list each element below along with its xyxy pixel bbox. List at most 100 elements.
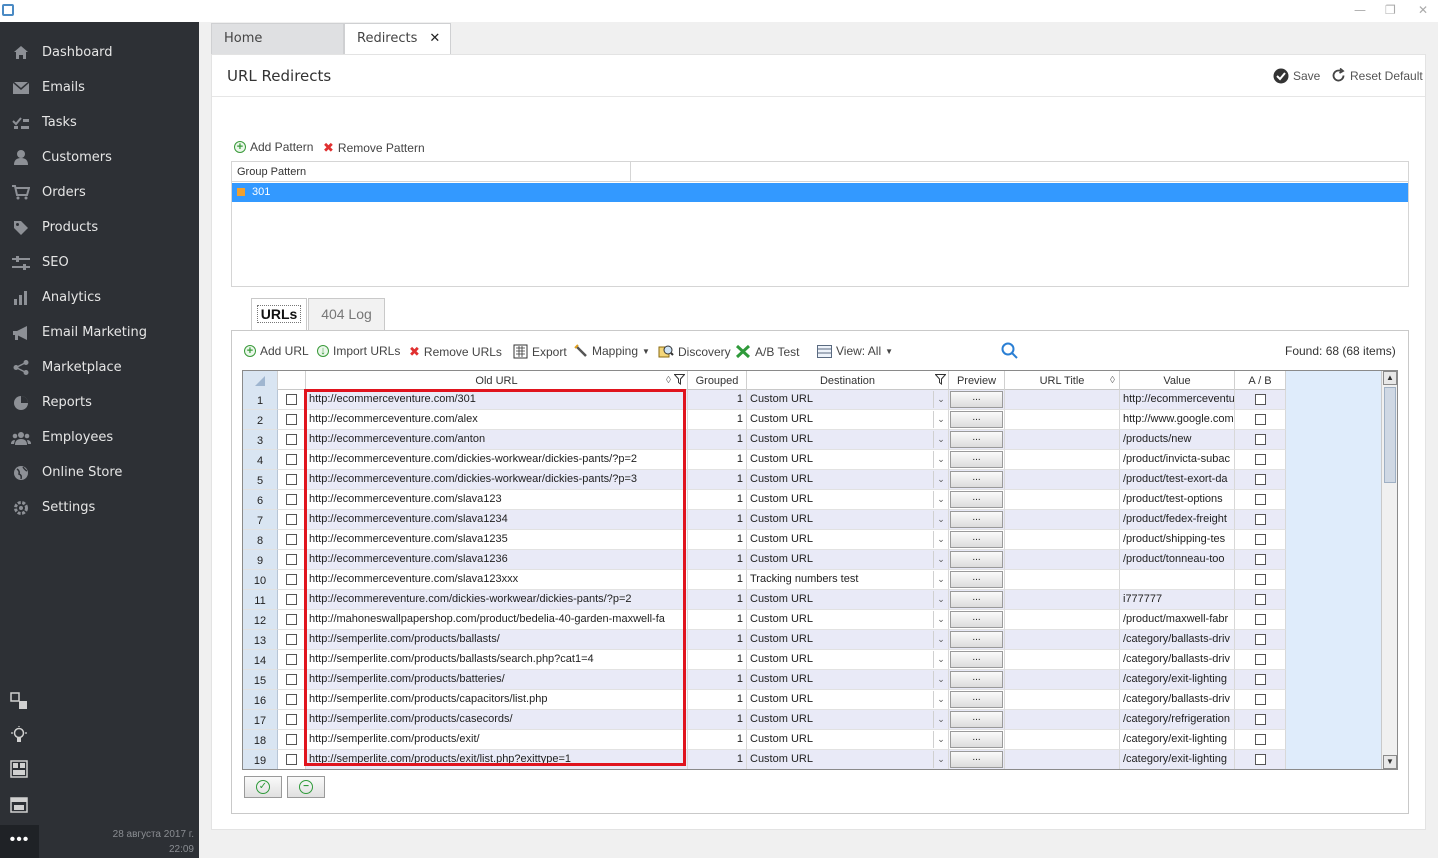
preview-cell[interactable]: ... xyxy=(949,430,1005,450)
preview-cell[interactable]: ... xyxy=(949,450,1005,470)
sidebar-item-customers[interactable]: Customers xyxy=(0,140,199,175)
ab-cell[interactable] xyxy=(1235,550,1286,570)
preview-cell[interactable]: ... xyxy=(949,550,1005,570)
preview-button[interactable]: ... xyxy=(950,611,1003,628)
export-button[interactable]: Export xyxy=(513,344,567,359)
ab-checkbox[interactable] xyxy=(1254,634,1266,645)
grouped-cell[interactable]: 1 xyxy=(688,570,747,590)
filter-icon[interactable] xyxy=(674,374,685,385)
chevron-down-icon[interactable]: ⌄ xyxy=(933,611,948,628)
value-cell[interactable]: /product/test-exort-da xyxy=(1120,470,1235,490)
row-select-cell[interactable] xyxy=(278,430,306,450)
ab-cell[interactable] xyxy=(1235,730,1286,750)
reset-default-button[interactable]: Reset Default xyxy=(1331,68,1423,83)
preview-button[interactable]: ... xyxy=(950,751,1003,768)
mapping-dropdown[interactable]: Mapping ▼ xyxy=(574,344,650,358)
scroll-down-icon[interactable]: ▼ xyxy=(1383,755,1397,769)
destination-select[interactable]: Custom URL ⌄ xyxy=(747,710,949,730)
sidebar-item-dashboard[interactable]: Dashboard xyxy=(0,35,199,70)
table-row[interactable]: 3 http://ecommerceventure.com/anton 1 Custo… xyxy=(243,430,1286,450)
old-url-cell[interactable]: http://semperlite.com/products/capacitor… xyxy=(306,690,688,710)
add-url-button[interactable]: + Add URL xyxy=(244,344,309,358)
ab-checkbox[interactable] xyxy=(1254,674,1266,685)
tab-home-dashboard[interactable]: Home Dashboard xyxy=(211,23,344,76)
destination-select[interactable]: Custom URL ⌄ xyxy=(747,630,949,650)
vertical-scrollbar[interactable]: ▲ ▼ xyxy=(1381,371,1397,769)
ab-checkbox[interactable] xyxy=(1254,414,1266,425)
url-title-cell[interactable] xyxy=(1005,430,1120,450)
preview-button[interactable]: ... xyxy=(950,571,1003,588)
destination-select[interactable]: Custom URL ⌄ xyxy=(747,490,949,510)
sidebar-item-reports[interactable]: Reports xyxy=(0,385,199,420)
row-select-cell[interactable] xyxy=(278,690,306,710)
url-title-cell[interactable] xyxy=(1005,470,1120,490)
scroll-thumb[interactable] xyxy=(1384,387,1396,483)
ab-cell[interactable] xyxy=(1235,390,1286,410)
sidebar-item-products[interactable]: Products xyxy=(0,210,199,245)
value-cell[interactable]: /product/maxwell-fabr xyxy=(1120,610,1235,630)
table-row[interactable]: 17 http://semperlite.com/products/casecor… xyxy=(243,710,1286,730)
url-title-cell[interactable] xyxy=(1005,650,1120,670)
old-url-cell[interactable]: http://semperlite.com/products/exit/ xyxy=(306,730,688,750)
destination-select[interactable]: Custom URL ⌄ xyxy=(747,590,949,610)
value-cell[interactable]: /category/refrigeration xyxy=(1120,710,1235,730)
chevron-down-icon[interactable]: ⌄ xyxy=(933,471,948,488)
preview-cell[interactable]: ... xyxy=(949,390,1005,410)
ab-checkbox[interactable] xyxy=(1254,554,1266,565)
grouped-cell[interactable]: 1 xyxy=(688,610,747,630)
old-url-cell[interactable]: http://ecommerceventure.com/slava1236 xyxy=(306,550,688,570)
table-row[interactable]: 19 http://semperlite.com/products/exit/li… xyxy=(243,750,1286,769)
destination-select[interactable]: Custom URL ⌄ xyxy=(747,530,949,550)
value-cell[interactable]: http://www.google.com xyxy=(1120,410,1235,430)
preview-cell[interactable]: ... xyxy=(949,650,1005,670)
url-title-cell[interactable] xyxy=(1005,610,1120,630)
grouped-cell[interactable]: 1 xyxy=(688,690,747,710)
chevron-down-icon[interactable]: ⌄ xyxy=(933,451,948,468)
row-checkbox[interactable] xyxy=(286,534,297,545)
close-window-button[interactable]: ✕ xyxy=(1418,3,1428,17)
ab-checkbox[interactable] xyxy=(1254,394,1266,405)
chevron-down-icon[interactable]: ⌄ xyxy=(933,511,948,528)
preview-cell[interactable]: ... xyxy=(949,670,1005,690)
preview-cell[interactable]: ... xyxy=(949,730,1005,750)
ab-checkbox[interactable] xyxy=(1254,594,1266,605)
ab-cell[interactable] xyxy=(1235,450,1286,470)
ab-checkbox[interactable] xyxy=(1254,514,1266,525)
old-url-cell[interactable]: http://ecommerceventure.com/slava123 xyxy=(306,490,688,510)
table-row[interactable]: 10 http://ecommerceventure.com/slava123xx… xyxy=(243,570,1286,590)
grouped-cell[interactable]: 1 xyxy=(688,730,747,750)
row-select-cell[interactable] xyxy=(278,530,306,550)
chevron-down-icon[interactable]: ⌄ xyxy=(933,651,948,668)
scroll-up-icon[interactable]: ▲ xyxy=(1383,371,1397,385)
ab-checkbox[interactable] xyxy=(1254,694,1266,705)
discovery-button[interactable]: Discovery xyxy=(658,344,731,359)
destination-select[interactable]: Custom URL ⌄ xyxy=(747,450,949,470)
url-title-cell[interactable] xyxy=(1005,670,1120,690)
table-row[interactable]: 6 http://ecommerceventure.com/slava123 1 Cu… xyxy=(243,490,1286,510)
group-row-selected[interactable]: 301 xyxy=(232,183,1408,202)
chevron-down-icon[interactable]: ⌄ xyxy=(933,631,948,648)
ab-cell[interactable] xyxy=(1235,610,1286,630)
table-row[interactable]: 15 http://semperlite.com/products/batteri… xyxy=(243,670,1286,690)
preview-button[interactable]: ... xyxy=(950,691,1003,708)
remove-pattern-button[interactable]: ✖ Remove Pattern xyxy=(323,140,425,156)
ab-checkbox[interactable] xyxy=(1254,434,1266,445)
value-cell[interactable]: /product/test-options xyxy=(1120,490,1235,510)
ab-checkbox[interactable] xyxy=(1254,574,1266,585)
view-dropdown[interactable]: View: All ▼ xyxy=(817,344,893,358)
table-row[interactable]: 16 http://semperlite.com/products/capacit… xyxy=(243,690,1286,710)
row-checkbox[interactable] xyxy=(286,674,297,685)
row-checkbox[interactable] xyxy=(286,494,297,505)
row-checkbox[interactable] xyxy=(286,554,297,565)
ab-checkbox[interactable] xyxy=(1254,654,1266,665)
sort-icon[interactable]: ◊ xyxy=(1110,371,1115,391)
ab-cell[interactable] xyxy=(1235,670,1286,690)
ab-column-header[interactable]: A / B xyxy=(1235,371,1286,390)
grouped-cell[interactable]: 1 xyxy=(688,490,747,510)
sidebar-item-seo[interactable]: SEO xyxy=(0,245,199,280)
value-cell[interactable]: i777777 xyxy=(1120,590,1235,610)
row-checkbox[interactable] xyxy=(286,394,297,405)
chevron-down-icon[interactable]: ⌄ xyxy=(933,431,948,448)
ab-checkbox[interactable] xyxy=(1254,734,1266,745)
row-select-cell[interactable] xyxy=(278,750,306,769)
